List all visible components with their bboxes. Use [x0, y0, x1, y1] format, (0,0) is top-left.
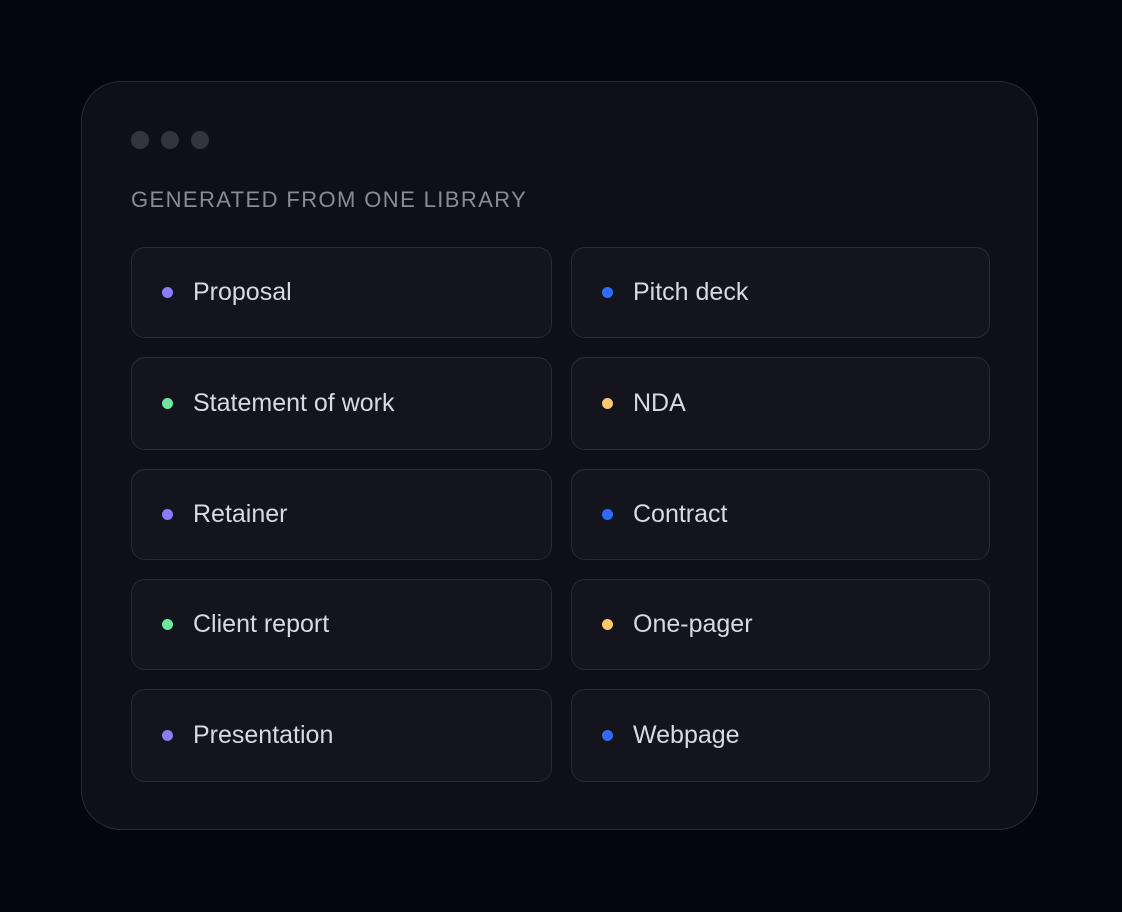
window-dot-icon[interactable]: [131, 131, 149, 149]
document-card-one-pager[interactable]: One-pager: [571, 579, 990, 670]
section-label: GENERATED FROM ONE LIBRARY: [131, 187, 528, 212]
document-card-pitch-deck[interactable]: Pitch deck: [571, 247, 990, 338]
window-controls: [131, 131, 209, 149]
document-grid: Proposal Pitch deck Statement of work ND…: [131, 247, 990, 782]
document-card-client-report[interactable]: Client report: [131, 579, 552, 670]
window-dot-icon[interactable]: [161, 131, 179, 149]
bullet-dot-icon: [602, 398, 613, 409]
document-label: Proposal: [193, 278, 292, 306]
document-card-retainer[interactable]: Retainer: [131, 469, 552, 560]
document-card-presentation[interactable]: Presentation: [131, 689, 552, 782]
document-label: Contract: [633, 500, 728, 528]
document-label: One-pager: [633, 610, 753, 638]
document-label: Pitch deck: [633, 278, 749, 306]
document-label: NDA: [633, 389, 686, 417]
app-window: GENERATED FROM ONE LIBRARY Proposal Pitc…: [81, 81, 1038, 830]
bullet-dot-icon: [162, 509, 173, 520]
document-label: Statement of work: [193, 389, 395, 417]
document-card-contract[interactable]: Contract: [571, 469, 990, 560]
document-label: Presentation: [193, 721, 334, 749]
bullet-dot-icon: [162, 287, 173, 298]
bullet-dot-icon: [602, 730, 613, 741]
bullet-dot-icon: [602, 509, 613, 520]
document-label: Retainer: [193, 500, 288, 528]
document-card-nda[interactable]: NDA: [571, 357, 990, 450]
bullet-dot-icon: [602, 619, 613, 630]
document-label: Client report: [193, 610, 330, 638]
document-card-statement-of-work[interactable]: Statement of work: [131, 357, 552, 450]
window-dot-icon[interactable]: [191, 131, 209, 149]
bullet-dot-icon: [162, 730, 173, 741]
bullet-dot-icon: [162, 619, 173, 630]
document-card-webpage[interactable]: Webpage: [571, 689, 990, 782]
bullet-dot-icon: [602, 287, 613, 298]
document-card-proposal[interactable]: Proposal: [131, 247, 552, 338]
bullet-dot-icon: [162, 398, 173, 409]
document-label: Webpage: [633, 721, 740, 749]
